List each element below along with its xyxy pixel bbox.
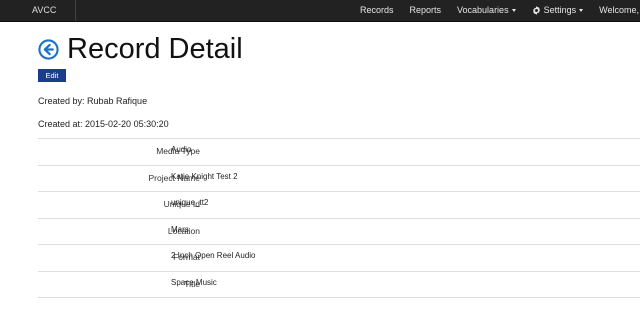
nav-welcome-label: Welcome, Josh R: [599, 5, 640, 15]
detail-value: Audio: [171, 145, 192, 154]
page-title: Record Detail: [67, 33, 243, 65]
chevron-down-icon: [511, 9, 516, 12]
nav-user-menu[interactable]: Welcome, Josh R: [591, 0, 640, 21]
nav-vocabularies-dropdown[interactable]: Vocabularies: [449, 0, 524, 21]
detail-row-format: Format 2 Inch Open Reel Audio: [38, 244, 640, 271]
created-at-text: Created at: 2015-02-20 05:30:20: [38, 119, 169, 129]
gear-icon: [532, 6, 540, 15]
nav-reports-label: Reports: [409, 5, 442, 15]
detail-row-media-type: Media Type Audio: [38, 138, 640, 165]
nav-menu: Records Reports Vocabularies Settings We…: [352, 0, 640, 21]
back-arrow-icon[interactable]: [38, 39, 59, 60]
detail-row-unique-id: Unique Id unique_tt2: [38, 191, 640, 218]
record-details-table: Media Type Audio Project Name Katie Knig…: [38, 138, 640, 298]
brand-link[interactable]: AVCC: [32, 0, 56, 21]
nav-reports[interactable]: Reports: [402, 0, 450, 21]
detail-value: Katie Knight Test 2: [171, 171, 238, 181]
chevron-down-icon: [579, 9, 584, 12]
nav-settings-label: Settings: [543, 5, 577, 15]
detail-value: Mars: [171, 224, 189, 234]
nav-records[interactable]: Records: [352, 0, 402, 21]
detail-value: unique_tt2: [171, 198, 209, 207]
detail-value: Space Music: [171, 277, 217, 287]
brand-divider: [75, 0, 76, 21]
nav-vocabularies-label: Vocabularies: [457, 5, 509, 15]
detail-row-title: Title Space Music: [38, 270, 640, 298]
detail-value: 2 Inch Open Reel Audio: [171, 251, 256, 260]
detail-row-project-name: Project Name Katie Knight Test 2: [38, 164, 640, 192]
edit-button[interactable]: Edit: [38, 69, 66, 82]
nav-settings-dropdown[interactable]: Settings: [524, 0, 592, 21]
top-navbar: AVCC Records Reports Vocabularies Settin…: [0, 0, 640, 22]
created-by-text: Created by: Rubab Rafique: [38, 96, 148, 106]
nav-records-label: Records: [360, 5, 394, 15]
detail-row-location: Location Mars: [38, 217, 640, 245]
